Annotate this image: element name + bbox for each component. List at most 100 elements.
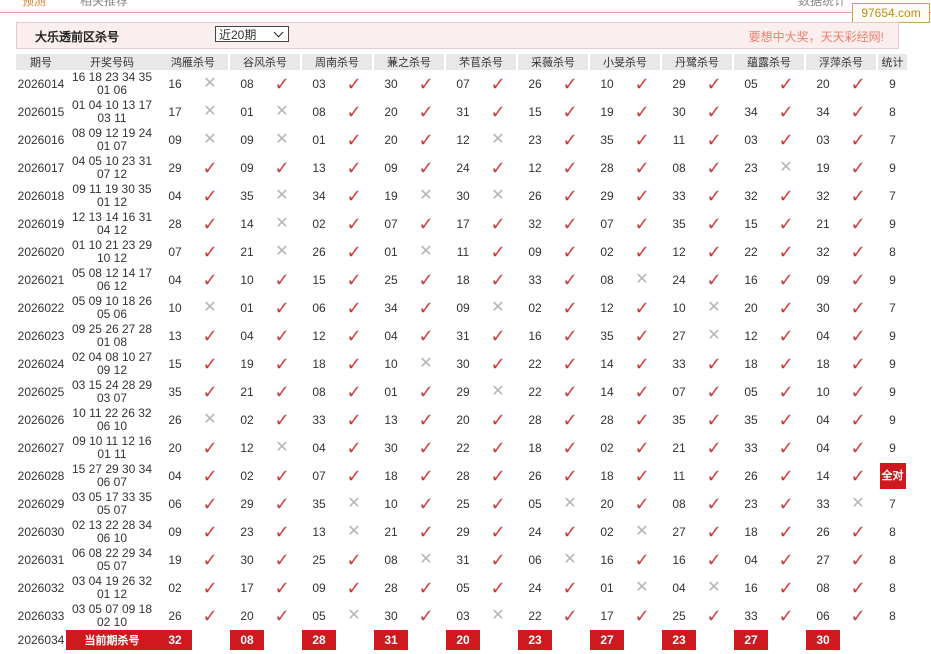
back-numbers: 02 10 <box>96 615 128 629</box>
kill-number-cell: 32 <box>816 189 830 203</box>
kill-number-cell: 29 <box>456 385 470 399</box>
cross-icon: ✕ <box>275 131 289 148</box>
check-icon: ✓ <box>418 270 434 290</box>
header-expert[interactable]: 鸿雁杀号 <box>158 54 228 70</box>
cross-icon: ✕ <box>336 490 372 518</box>
cross-icon: ✕ <box>851 495 865 512</box>
kill-number-cell: 22 <box>528 357 542 371</box>
kill-number-cell: 02 <box>312 217 326 231</box>
kill-number-cell: 28 <box>456 469 470 483</box>
top-nav-link-stats[interactable]: 数据统计 <box>798 0 846 9</box>
check-icon: ✓ <box>192 518 228 546</box>
cross-icon: ✕ <box>480 126 516 154</box>
back-numbers: 01 06 <box>96 83 128 97</box>
cross-icon: ✕ <box>192 294 228 322</box>
count-cell: 8 <box>889 581 896 595</box>
kill-number-cell: 13 <box>384 413 398 427</box>
check-icon: ✓ <box>336 182 372 210</box>
top-nav-link-forecast[interactable]: 预测 <box>22 0 46 9</box>
cross-icon: ✕ <box>203 103 217 120</box>
check-icon: ✓ <box>706 186 722 206</box>
table-row: 2026016 08 09 12 19 24 01 07 09 ✕ 09 ✕ 01 ✓ 20 ✓ 12… <box>16 126 907 154</box>
header-expert[interactable]: 丹鹭杀号 <box>662 54 732 70</box>
check-icon: ✓ <box>418 382 434 402</box>
kill-number-cell: 07 <box>168 245 182 259</box>
kill-number-cell: 21 <box>672 441 686 455</box>
cross-icon: ✕ <box>491 383 505 400</box>
kill-number-cell: 35 <box>600 133 614 147</box>
check-icon: ✓ <box>768 518 804 546</box>
check-icon: ✓ <box>778 494 794 514</box>
check-icon: ✓ <box>336 266 372 294</box>
kill-number-cell: 18 <box>384 469 398 483</box>
kill-number-cell: 17 <box>600 609 614 623</box>
current-blank <box>696 630 732 650</box>
count-cell: 7 <box>889 301 896 315</box>
kill-number-cell: 22 <box>744 245 758 259</box>
kill-number-cell: 12 <box>240 441 254 455</box>
check-icon: ✓ <box>840 434 876 462</box>
table-header-row: 期号 开奖号码 鸿雁杀号 谷风杀号 周南杀号 蒹之杀号 芣苢杀号 采薇杀号 小旻杀号 丹鹭杀号 蘊露… <box>16 54 907 70</box>
header-expert[interactable]: 芣苢杀号 <box>446 54 516 70</box>
check-icon: ✓ <box>480 238 516 266</box>
check-icon: ✓ <box>552 322 588 350</box>
header-expert[interactable]: 谷风杀号 <box>230 54 300 70</box>
check-icon: ✓ <box>840 154 876 182</box>
period-cell: 2026027 <box>17 441 65 455</box>
kill-number-cell: 09 <box>168 525 182 539</box>
header-expert[interactable]: 周南杀号 <box>302 54 372 70</box>
check-icon: ✓ <box>192 182 228 210</box>
kill-number-cell: 20 <box>384 105 398 119</box>
header-expert[interactable]: 小旻杀号 <box>590 54 660 70</box>
check-icon: ✓ <box>202 494 218 514</box>
draw-numbers-cell: 05 08 12 14 17 06 12 <box>66 266 158 294</box>
header-expert[interactable]: 蒹之杀号 <box>374 54 444 70</box>
check-icon: ✓ <box>346 298 362 318</box>
period-range-select[interactable]: 近20期 <box>215 26 289 42</box>
period-cell: 2026024 <box>17 357 65 371</box>
kill-number-cell: 14 <box>816 469 830 483</box>
table-row: 2026029 03 05 17 33 35 05 07 06 ✓ 29 ✓ 35 ✕ 10 ✓ 25… <box>16 490 907 518</box>
current-blank <box>624 630 660 650</box>
check-icon: ✓ <box>562 186 578 206</box>
check-icon: ✓ <box>840 518 876 546</box>
check-icon: ✓ <box>624 378 660 406</box>
kill-number-cell: 08 <box>672 497 686 511</box>
cross-icon: ✕ <box>552 546 588 574</box>
check-icon: ✓ <box>552 350 588 378</box>
check-icon: ✓ <box>634 298 650 318</box>
kill-number-cell: 17 <box>168 105 182 119</box>
check-icon: ✓ <box>850 522 866 542</box>
kill-number-cell: 06 <box>816 609 830 623</box>
period-cell: 2026031 <box>17 553 65 567</box>
header-expert[interactable]: 采薇杀号 <box>518 54 588 70</box>
kill-number-cell: 32 <box>528 217 542 231</box>
check-icon: ✓ <box>274 606 290 626</box>
check-icon: ✓ <box>490 242 506 262</box>
header-expert[interactable]: 浮萍杀号 <box>806 54 876 70</box>
kill-number-cell: 11 <box>672 469 686 483</box>
check-icon: ✓ <box>418 438 434 458</box>
check-icon: ✓ <box>552 602 588 630</box>
kill-number-cell: 08 <box>384 553 398 567</box>
kill-number-cell: 35 <box>240 189 254 203</box>
check-icon: ✓ <box>850 270 866 290</box>
check-icon: ✓ <box>408 294 444 322</box>
back-numbers: 06 10 <box>96 419 128 433</box>
cross-icon: ✕ <box>347 607 361 624</box>
header-expert[interactable]: 蘊露杀号 <box>734 54 804 70</box>
chevron-down-icon <box>273 27 284 38</box>
cross-icon: ✕ <box>840 490 876 518</box>
check-icon: ✓ <box>408 434 444 462</box>
check-icon: ✓ <box>490 102 506 122</box>
check-icon: ✓ <box>202 382 218 402</box>
current-blank <box>552 630 588 650</box>
check-icon: ✓ <box>346 382 362 402</box>
top-nav-link-related[interactable]: 相关推荐 <box>80 0 128 9</box>
kill-number-cell: 30 <box>240 553 254 567</box>
check-icon: ✓ <box>768 602 804 630</box>
cross-icon: ✕ <box>480 182 516 210</box>
draw-numbers-cell: 09 10 11 12 16 01 11 <box>66 434 158 462</box>
kill-number-cell: 01 <box>600 581 614 595</box>
kill-number-cell: 29 <box>672 77 686 91</box>
